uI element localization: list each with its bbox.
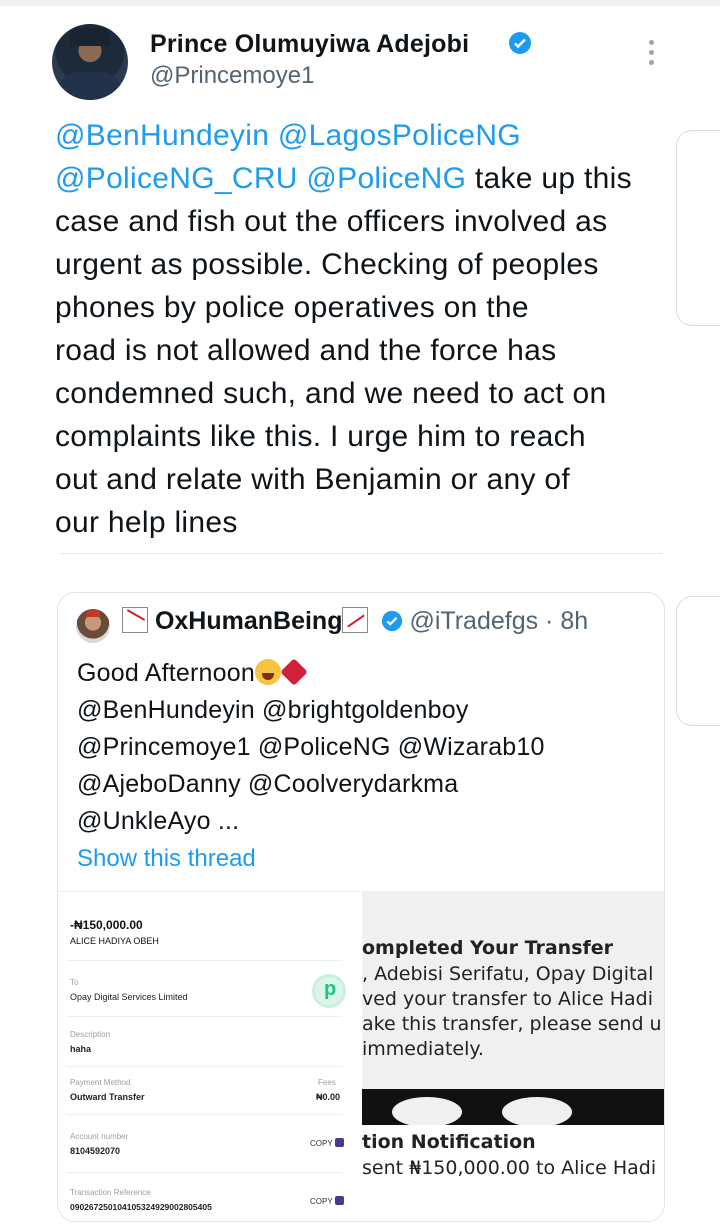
mention-line: @AjeboDanny @Coolverydarkma: [77, 770, 459, 798]
author-name[interactable]: Prince Olumuyiwa Adejobi: [150, 30, 469, 59]
author-handle[interactable]: @Princemoye1: [150, 62, 314, 90]
tweet-line: urgent as possible. Checking of peoples: [55, 243, 675, 286]
broken-heart-icon: [280, 658, 308, 686]
receipt-method-label: Payment Method: [70, 1078, 131, 1087]
notice-line: ompleted Your Transfer: [362, 937, 614, 959]
receipt-desc-label: Description: [70, 1030, 111, 1039]
tweet-text-segment: phones by police operatives on the: [55, 291, 529, 324]
tweet-text-segment: urgent as possible. Checking of peoples: [55, 248, 599, 281]
more-options-icon[interactable]: [648, 40, 656, 66]
tweet-text-segment: case and fish out the officers involved …: [55, 205, 608, 238]
notice-line: sent ₦150,000.00 to Alice Hadi: [362, 1157, 657, 1179]
verified-badge-icon: [382, 610, 403, 632]
receipt-method-value: Outward Transfer: [70, 1092, 145, 1102]
tweet-line: road is not allowed and the force has: [55, 329, 675, 372]
copy-button[interactable]: COPY: [310, 1196, 344, 1206]
receipt-amount: -₦150,000.00: [70, 918, 143, 932]
notice-line: immediately.: [362, 1038, 484, 1060]
quoted-handle-time: @iTradefgs · 8h: [409, 607, 589, 635]
tweet-text-segment: condemned such, and we need to act on: [55, 377, 607, 410]
side-card: [676, 130, 720, 326]
quoted-text: Good Afternoon @BenHundeyin @brightgolde…: [77, 655, 657, 840]
divider: [60, 553, 662, 554]
chart-increasing-icon: [342, 607, 369, 633]
show-thread-link[interactable]: Show this thread: [77, 845, 256, 873]
divider: [66, 1114, 342, 1115]
tweet-line: our help lines: [55, 501, 675, 544]
notice-line: ake this transfer, please send u: [362, 1013, 662, 1035]
tweet-line: @PoliceNG_CRU @PoliceNG take up this: [55, 157, 675, 200]
copy-button[interactable]: COPY: [310, 1138, 344, 1148]
top-divider: [0, 0, 720, 6]
notice-line: , Adebisi Serifatu, Opay Digital: [362, 963, 654, 985]
quoted-display-name[interactable]: OxHumanBeing: [155, 607, 343, 635]
receipt-fees-value: ₦0.00: [316, 1092, 341, 1102]
divider: [66, 1066, 342, 1067]
receipt-account-value: 8104592070: [70, 1146, 121, 1156]
tweet-line: condemned such, and we need to act on: [55, 372, 675, 415]
mention-link[interactable]: @BenHundeyin @LagosPoliceNG: [55, 119, 521, 152]
avatar-uniform: [58, 72, 122, 100]
opay-logo-icon: [312, 974, 346, 1008]
mention-line: @UnkleAyo ...: [77, 807, 240, 835]
tweet-text-segment: complaints like this. I urge him to reac…: [55, 420, 586, 453]
tweet-line: complaints like this. I urge him to reac…: [55, 415, 675, 458]
receipt-fees-label: Fees: [318, 1078, 336, 1087]
quoted-avatar[interactable]: [76, 609, 110, 643]
notice-line: ved your transfer to Alice Hadi: [362, 988, 653, 1010]
receipt-ref-label: Transaction Reference: [70, 1188, 151, 1197]
divider: [66, 1172, 342, 1173]
mention-line: @BenHundeyin @brightgoldenboy: [77, 696, 469, 724]
receipt-payee: ALICE HADIYA OBEH: [70, 936, 159, 946]
tweet-line: out and relate with Benjamin or any of: [55, 458, 675, 501]
tweet-text-segment: take up this: [466, 162, 632, 195]
receipt-desc-value: haha: [70, 1044, 92, 1054]
tweet-text-segment: road is not allowed and the force has: [55, 334, 557, 367]
quoted-tweet[interactable]: OxHumanBeing @iTradefgs · 8h Good Aftern…: [57, 592, 665, 1222]
copy-icon: [334, 1196, 344, 1205]
notice-panel: tion Notification sent ₦150,000.00 to Al…: [362, 1125, 664, 1221]
divider: [66, 960, 342, 961]
receipt-account-label: Account number: [70, 1132, 129, 1141]
side-card: [676, 596, 720, 726]
mention-line: @Princemoye1 @PoliceNG @Wizarab10: [77, 733, 545, 761]
notification-image[interactable]: ompleted Your Transfer , Adebisi Serifat…: [362, 891, 664, 1221]
crying-face-icon: [254, 659, 281, 685]
author-avatar[interactable]: [52, 24, 128, 100]
dark-band: [362, 1089, 664, 1127]
notice-title: tion Notification: [362, 1131, 536, 1153]
quoted-header: OxHumanBeing @iTradefgs · 8h: [122, 607, 588, 636]
copy-icon: [334, 1138, 344, 1147]
avatar-cap: [70, 28, 110, 46]
tweet-text-segment: out and relate with Benjamin or any of: [55, 463, 571, 496]
receipt-ref-value: 090267250104105324929002805405: [70, 1202, 212, 1212]
tweet-line: case and fish out the officers involved …: [55, 200, 675, 243]
receipt-to-label: To: [70, 978, 79, 987]
greeting: Good Afternoon: [77, 659, 255, 687]
mention-link[interactable]: @PoliceNG_CRU @PoliceNG: [55, 162, 466, 195]
receipt-to-value: Opay Digital Services Limited: [70, 992, 188, 1002]
tweet-text: @BenHundeyin @LagosPoliceNG @PoliceNG_CRU…: [55, 114, 675, 544]
tweet-line: @BenHundeyin @LagosPoliceNG: [55, 114, 675, 157]
chart-decreasing-icon: [122, 607, 148, 633]
receipt-image[interactable]: -₦150,000.00 ALICE HADIYA OBEH To Opay D…: [58, 891, 360, 1221]
verified-badge-icon: [509, 32, 531, 54]
tweet-text-segment: our help lines: [55, 506, 238, 539]
divider: [66, 1016, 342, 1017]
tweet-line: phones by police operatives on the: [55, 286, 675, 329]
